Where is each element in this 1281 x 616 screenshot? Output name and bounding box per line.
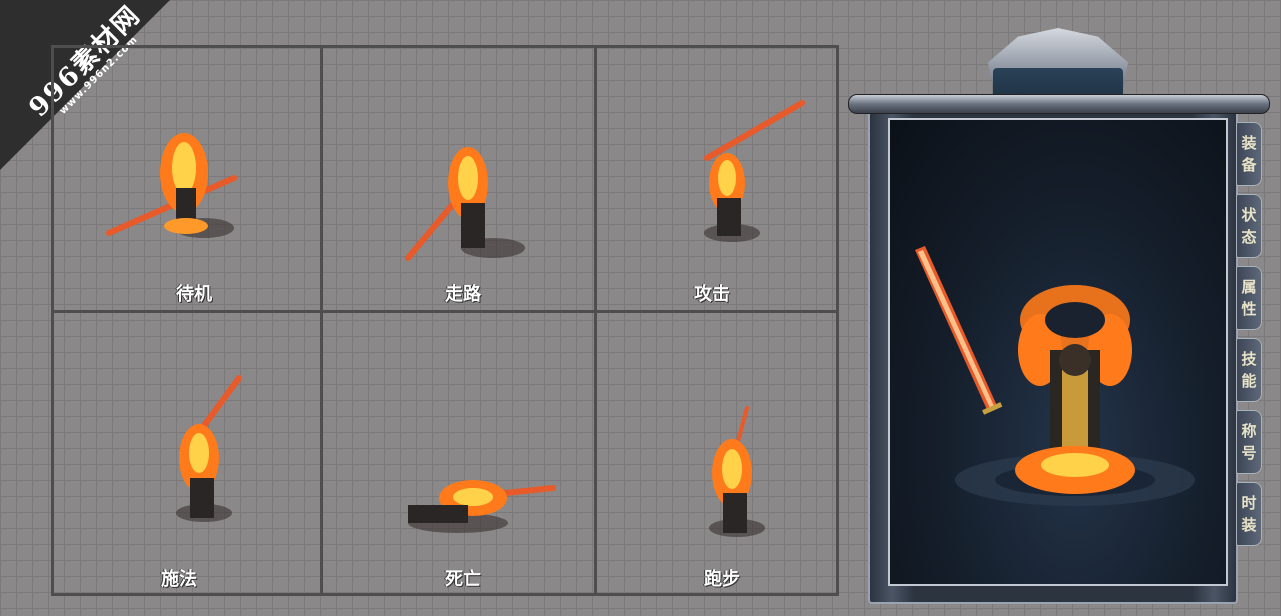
tab-equipment[interactable]: 装 备 bbox=[1236, 122, 1262, 186]
cell-cast[interactable]: 施法 bbox=[54, 313, 320, 593]
character-model bbox=[915, 246, 1195, 506]
cell-attack[interactable]: 攻击 bbox=[597, 48, 839, 310]
cell-label: 跑步 bbox=[704, 569, 740, 590]
tab-status[interactable]: 状 态 bbox=[1236, 194, 1262, 258]
attack-sprite bbox=[704, 100, 805, 242]
cell-run[interactable]: 跑步 bbox=[597, 313, 839, 593]
tab-char: 时 bbox=[1241, 494, 1257, 512]
cell-label: 待机 bbox=[176, 284, 212, 305]
run-sprite bbox=[709, 406, 765, 537]
death-sprite bbox=[408, 480, 556, 533]
animation-grid: 待机 走路 攻击 施法 死亡 跑步 bbox=[51, 45, 839, 596]
panel-top-rail bbox=[848, 94, 1270, 114]
tab-fashion[interactable]: 时 装 bbox=[1236, 482, 1262, 546]
tab-char: 技 bbox=[1241, 350, 1257, 368]
tab-char: 性 bbox=[1241, 300, 1257, 318]
tab-char: 能 bbox=[1241, 372, 1257, 390]
cell-label: 施法 bbox=[161, 569, 197, 590]
tab-char: 状 bbox=[1241, 206, 1257, 224]
tab-char: 装 bbox=[1241, 516, 1257, 534]
cell-walk[interactable]: 走路 bbox=[323, 48, 594, 310]
character-viewport bbox=[888, 118, 1228, 586]
cast-sprite bbox=[176, 375, 242, 522]
tab-skills[interactable]: 技 能 bbox=[1236, 338, 1262, 402]
idle-sprite bbox=[106, 133, 237, 238]
character-panel: 装 备 状 态 属 性 技 能 称 号 时 装 bbox=[848, 28, 1270, 604]
cell-label: 死亡 bbox=[445, 569, 481, 590]
walk-sprite bbox=[405, 147, 525, 261]
tab-char: 装 bbox=[1241, 134, 1257, 152]
cell-idle[interactable]: 待机 bbox=[54, 48, 320, 310]
panel-side-tabs: 装 备 状 态 属 性 技 能 称 号 时 装 bbox=[1236, 122, 1264, 554]
cell-label: 攻击 bbox=[694, 284, 730, 305]
tab-titles[interactable]: 称 号 bbox=[1236, 410, 1262, 474]
tab-char: 号 bbox=[1241, 444, 1257, 462]
tab-char: 备 bbox=[1241, 156, 1257, 174]
tab-attributes[interactable]: 属 性 bbox=[1236, 266, 1262, 330]
tab-char: 态 bbox=[1241, 228, 1257, 246]
tab-char: 属 bbox=[1241, 278, 1257, 296]
cell-label: 走路 bbox=[445, 284, 481, 305]
cell-death[interactable]: 死亡 bbox=[323, 313, 594, 593]
tab-char: 称 bbox=[1241, 422, 1257, 440]
